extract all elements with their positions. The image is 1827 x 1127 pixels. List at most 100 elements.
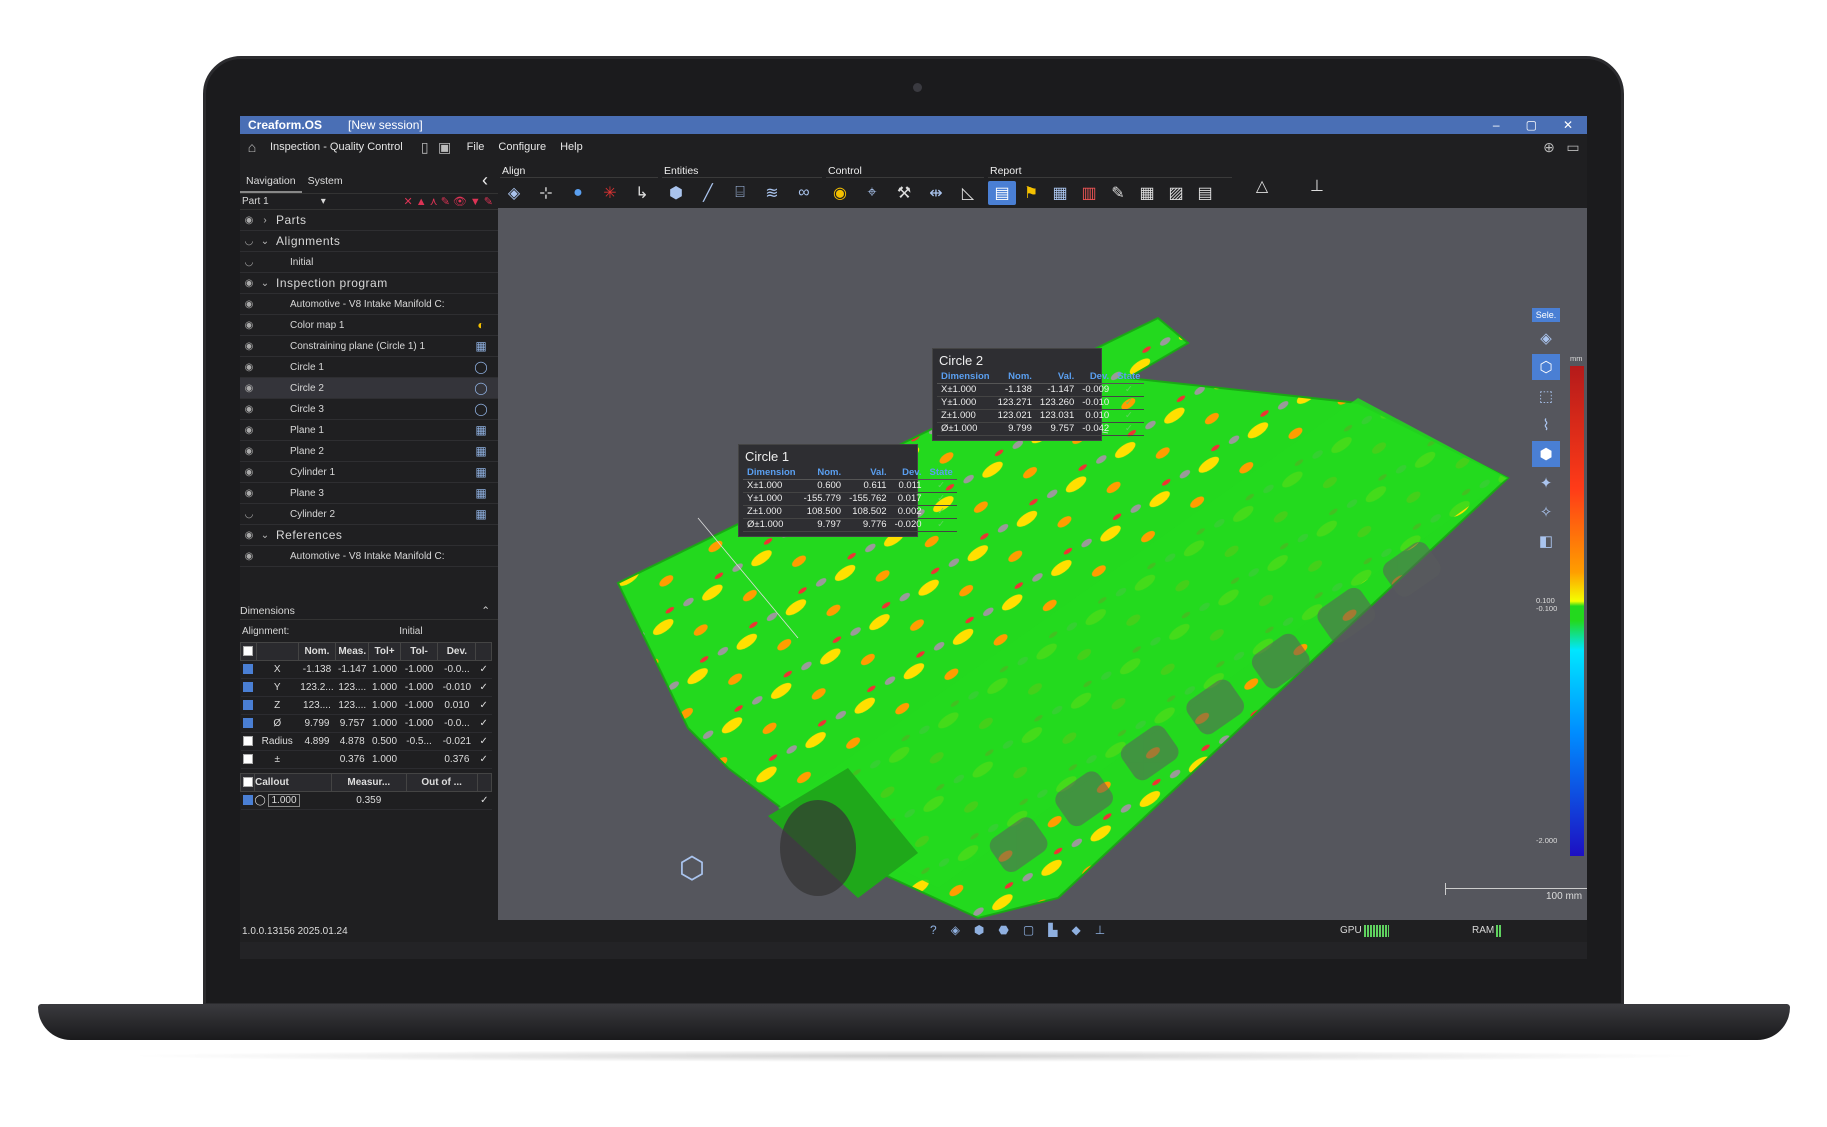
lasso-select-icon[interactable]: ⌇ (1532, 412, 1560, 438)
gdt-icon[interactable]: ⌖ (858, 181, 886, 205)
eye-icon[interactable]: ◉ (240, 278, 258, 289)
3d-viewport[interactable]: Circle 2 Dimension Nom. Val. Dev. State X±1.00… (498, 208, 1587, 920)
callout-circle-1[interactable]: Circle 1 Dimension Nom. Val. Dev. State X±1.00… (738, 444, 957, 537)
entity-mix-icon[interactable]: ⬢ (662, 181, 690, 205)
best-fit-icon[interactable]: ⊹ (532, 181, 560, 205)
mesh-view-icon[interactable]: ◈ (1532, 325, 1560, 351)
row-checkbox[interactable] (243, 718, 254, 729)
tree-row[interactable]: ◉ Circle 2 ◯ (240, 378, 498, 399)
save-icon[interactable]: ▣ (437, 139, 453, 155)
tree-row[interactable]: ◉ Plane 2 ▦ (240, 441, 498, 462)
shapes-icon[interactable]: △ (1248, 174, 1276, 198)
dimension-row[interactable]: X -1.138 -1.147 1.000 -1.000 -0.0... ✓ (240, 660, 492, 679)
tree-row[interactable]: ◡ Initial (240, 252, 498, 273)
tree-row[interactable]: ◡ ⌄ Alignments (240, 231, 498, 252)
profile-icon[interactable]: ◺ (954, 181, 982, 205)
callout-circle-2[interactable]: Circle 2 Dimension Nom. Val. Dev. State X±1.00… (932, 348, 1145, 441)
rps-icon[interactable]: ✳ (596, 181, 624, 205)
menu-configure[interactable]: Configure (498, 141, 546, 153)
eye-icon[interactable]: ◉ (240, 467, 258, 478)
circles-icon[interactable]: ∞ (790, 181, 818, 205)
close-button[interactable]: ✕ (1563, 116, 1573, 134)
menu-file[interactable]: File (467, 141, 485, 153)
tree-row[interactable]: ◡ Cylinder 2 ▦ (240, 504, 498, 525)
spreadsheet-icon[interactable]: ▦ (1133, 181, 1161, 205)
new-document-icon[interactable]: ▯ (417, 139, 433, 155)
layers-icon[interactable]: ≋ (758, 181, 786, 205)
probe-icon[interactable]: ⊥ (1303, 174, 1331, 198)
entity-mode-icon[interactable]: ⬣ (998, 923, 1008, 937)
eye-icon[interactable]: ◉ (240, 215, 258, 226)
invert-select-icon[interactable]: ◧ (1532, 528, 1560, 554)
callout-row[interactable]: ◯ 1.000 0.359 ✓ (240, 791, 492, 810)
surface-mode-icon[interactable]: ◆ (1071, 923, 1080, 937)
solid-mode-icon[interactable]: ⬢ (974, 923, 984, 937)
eye-icon[interactable]: ◉ (240, 404, 258, 415)
eye-icon[interactable]: ◉ (240, 530, 258, 541)
point-align-icon[interactable]: ● (564, 181, 592, 205)
eye-closed-icon[interactable]: ◡ (240, 257, 258, 268)
tree-row[interactable]: ◉ Cylinder 1 ▦ (240, 462, 498, 483)
line-icon[interactable]: ╱ (694, 181, 722, 205)
dimension-row[interactable]: ±0.376 1.000 0.376 ✓ (240, 750, 492, 769)
axis-align-icon[interactable]: ↳ (628, 181, 656, 205)
table-icon[interactable]: ▥ (1075, 181, 1103, 205)
annotation-icon[interactable]: ▦ (1046, 181, 1074, 205)
row-checkbox[interactable] (243, 736, 254, 747)
alignment-value[interactable]: Initial (399, 626, 422, 637)
eye-icon[interactable]: ◉ (240, 383, 258, 394)
home-icon[interactable]: ⌂ (244, 139, 260, 155)
eye-closed-icon[interactable]: ◡ (240, 236, 258, 247)
dimension-row[interactable]: Y 123.2... 123.... 1.000 -1.000 -0.010 ✓ (240, 678, 492, 697)
callout-header-checkbox[interactable] (242, 777, 253, 788)
row-checkbox[interactable] (243, 754, 254, 765)
dimension-row[interactable]: Z 123.... 123.... 1.000 -1.000 0.010 ✓ (240, 696, 492, 715)
maximize-button[interactable]: ▢ (1526, 116, 1537, 134)
eye-icon[interactable]: ◉ (240, 446, 258, 457)
eye-icon[interactable]: ◉ (240, 551, 258, 562)
tree-row[interactable]: ◉ Plane 3 ▦ (240, 483, 498, 504)
tab-system[interactable]: System (302, 171, 349, 193)
rectangle-select-icon[interactable]: ⬚ (1532, 383, 1560, 409)
eye-icon[interactable]: ◉ (240, 299, 258, 310)
shrink-select-icon[interactable]: ✧ (1532, 499, 1560, 525)
expand-arrow-icon[interactable]: ⌄ (258, 530, 272, 541)
view-cube-icon[interactable]: ⬡ (670, 851, 714, 895)
expand-arrow-icon[interactable]: › (258, 215, 272, 226)
callout-row-checkbox[interactable] (242, 795, 253, 806)
surface-select-icon[interactable]: ⬢ (1532, 441, 1560, 467)
eye-icon[interactable]: ◉ (240, 425, 258, 436)
tree-row[interactable]: ◉ Automotive - V8 Intake Manifold C: (240, 546, 498, 567)
row-checkbox[interactable] (243, 664, 254, 675)
section-mode-icon[interactable]: ⊥ (1095, 923, 1105, 937)
menu-help[interactable]: Help (560, 141, 583, 153)
row-checkbox[interactable] (243, 700, 254, 711)
tree-row[interactable]: ◉ Color map 1 ◐ (240, 315, 498, 336)
tree-row[interactable]: ◉ Circle 3 ◯ (240, 399, 498, 420)
mesh-mode-icon[interactable]: ◈ (951, 923, 960, 937)
tree-row[interactable]: ◉ ⌄ Inspection program (240, 273, 498, 294)
tab-navigation[interactable]: Navigation (240, 171, 302, 193)
dimension-row[interactable]: Radius 4.899 4.878 0.500 -0.5... -0.021 ✓ (240, 732, 492, 751)
collapse-panel-icon[interactable]: ‹ (482, 170, 488, 191)
expand-arrow-icon[interactable]: ⌄ (258, 278, 272, 289)
question-icon[interactable]: ? (930, 923, 937, 937)
document-icon[interactable]: ✎ (1104, 181, 1132, 205)
header-checkbox[interactable] (243, 646, 254, 657)
page-icon[interactable]: ▤ (1191, 181, 1219, 205)
eye-icon[interactable]: ◉ (240, 362, 258, 373)
expand-arrow-icon[interactable]: ⌄ (258, 236, 272, 247)
dimension-row[interactable]: Ø 9.799 9.757 1.000 -1.000 -0.0... ✓ (240, 714, 492, 733)
tree-row[interactable]: ◉ Plane 1 ▦ (240, 420, 498, 441)
dimensions-header[interactable]: Dimensions ⌃ (240, 602, 498, 620)
cube-mode-icon[interactable]: ▢ (1023, 923, 1034, 937)
minimize-button[interactable]: – (1493, 116, 1500, 134)
eye-icon[interactable]: ◉ (240, 488, 258, 499)
thickness-icon[interactable]: ⇹ (922, 181, 950, 205)
tree-row[interactable]: ◉ Constraining plane (Circle 1) 1 ▦ (240, 336, 498, 357)
globe-icon[interactable]: ⊕ (1541, 139, 1557, 155)
cylinder-icon[interactable]: ⌸ (726, 181, 754, 205)
eye-closed-icon[interactable]: ◡ (240, 509, 258, 520)
image-icon[interactable]: ▨ (1162, 181, 1190, 205)
chevron-up-icon[interactable]: ⌃ (481, 605, 490, 617)
